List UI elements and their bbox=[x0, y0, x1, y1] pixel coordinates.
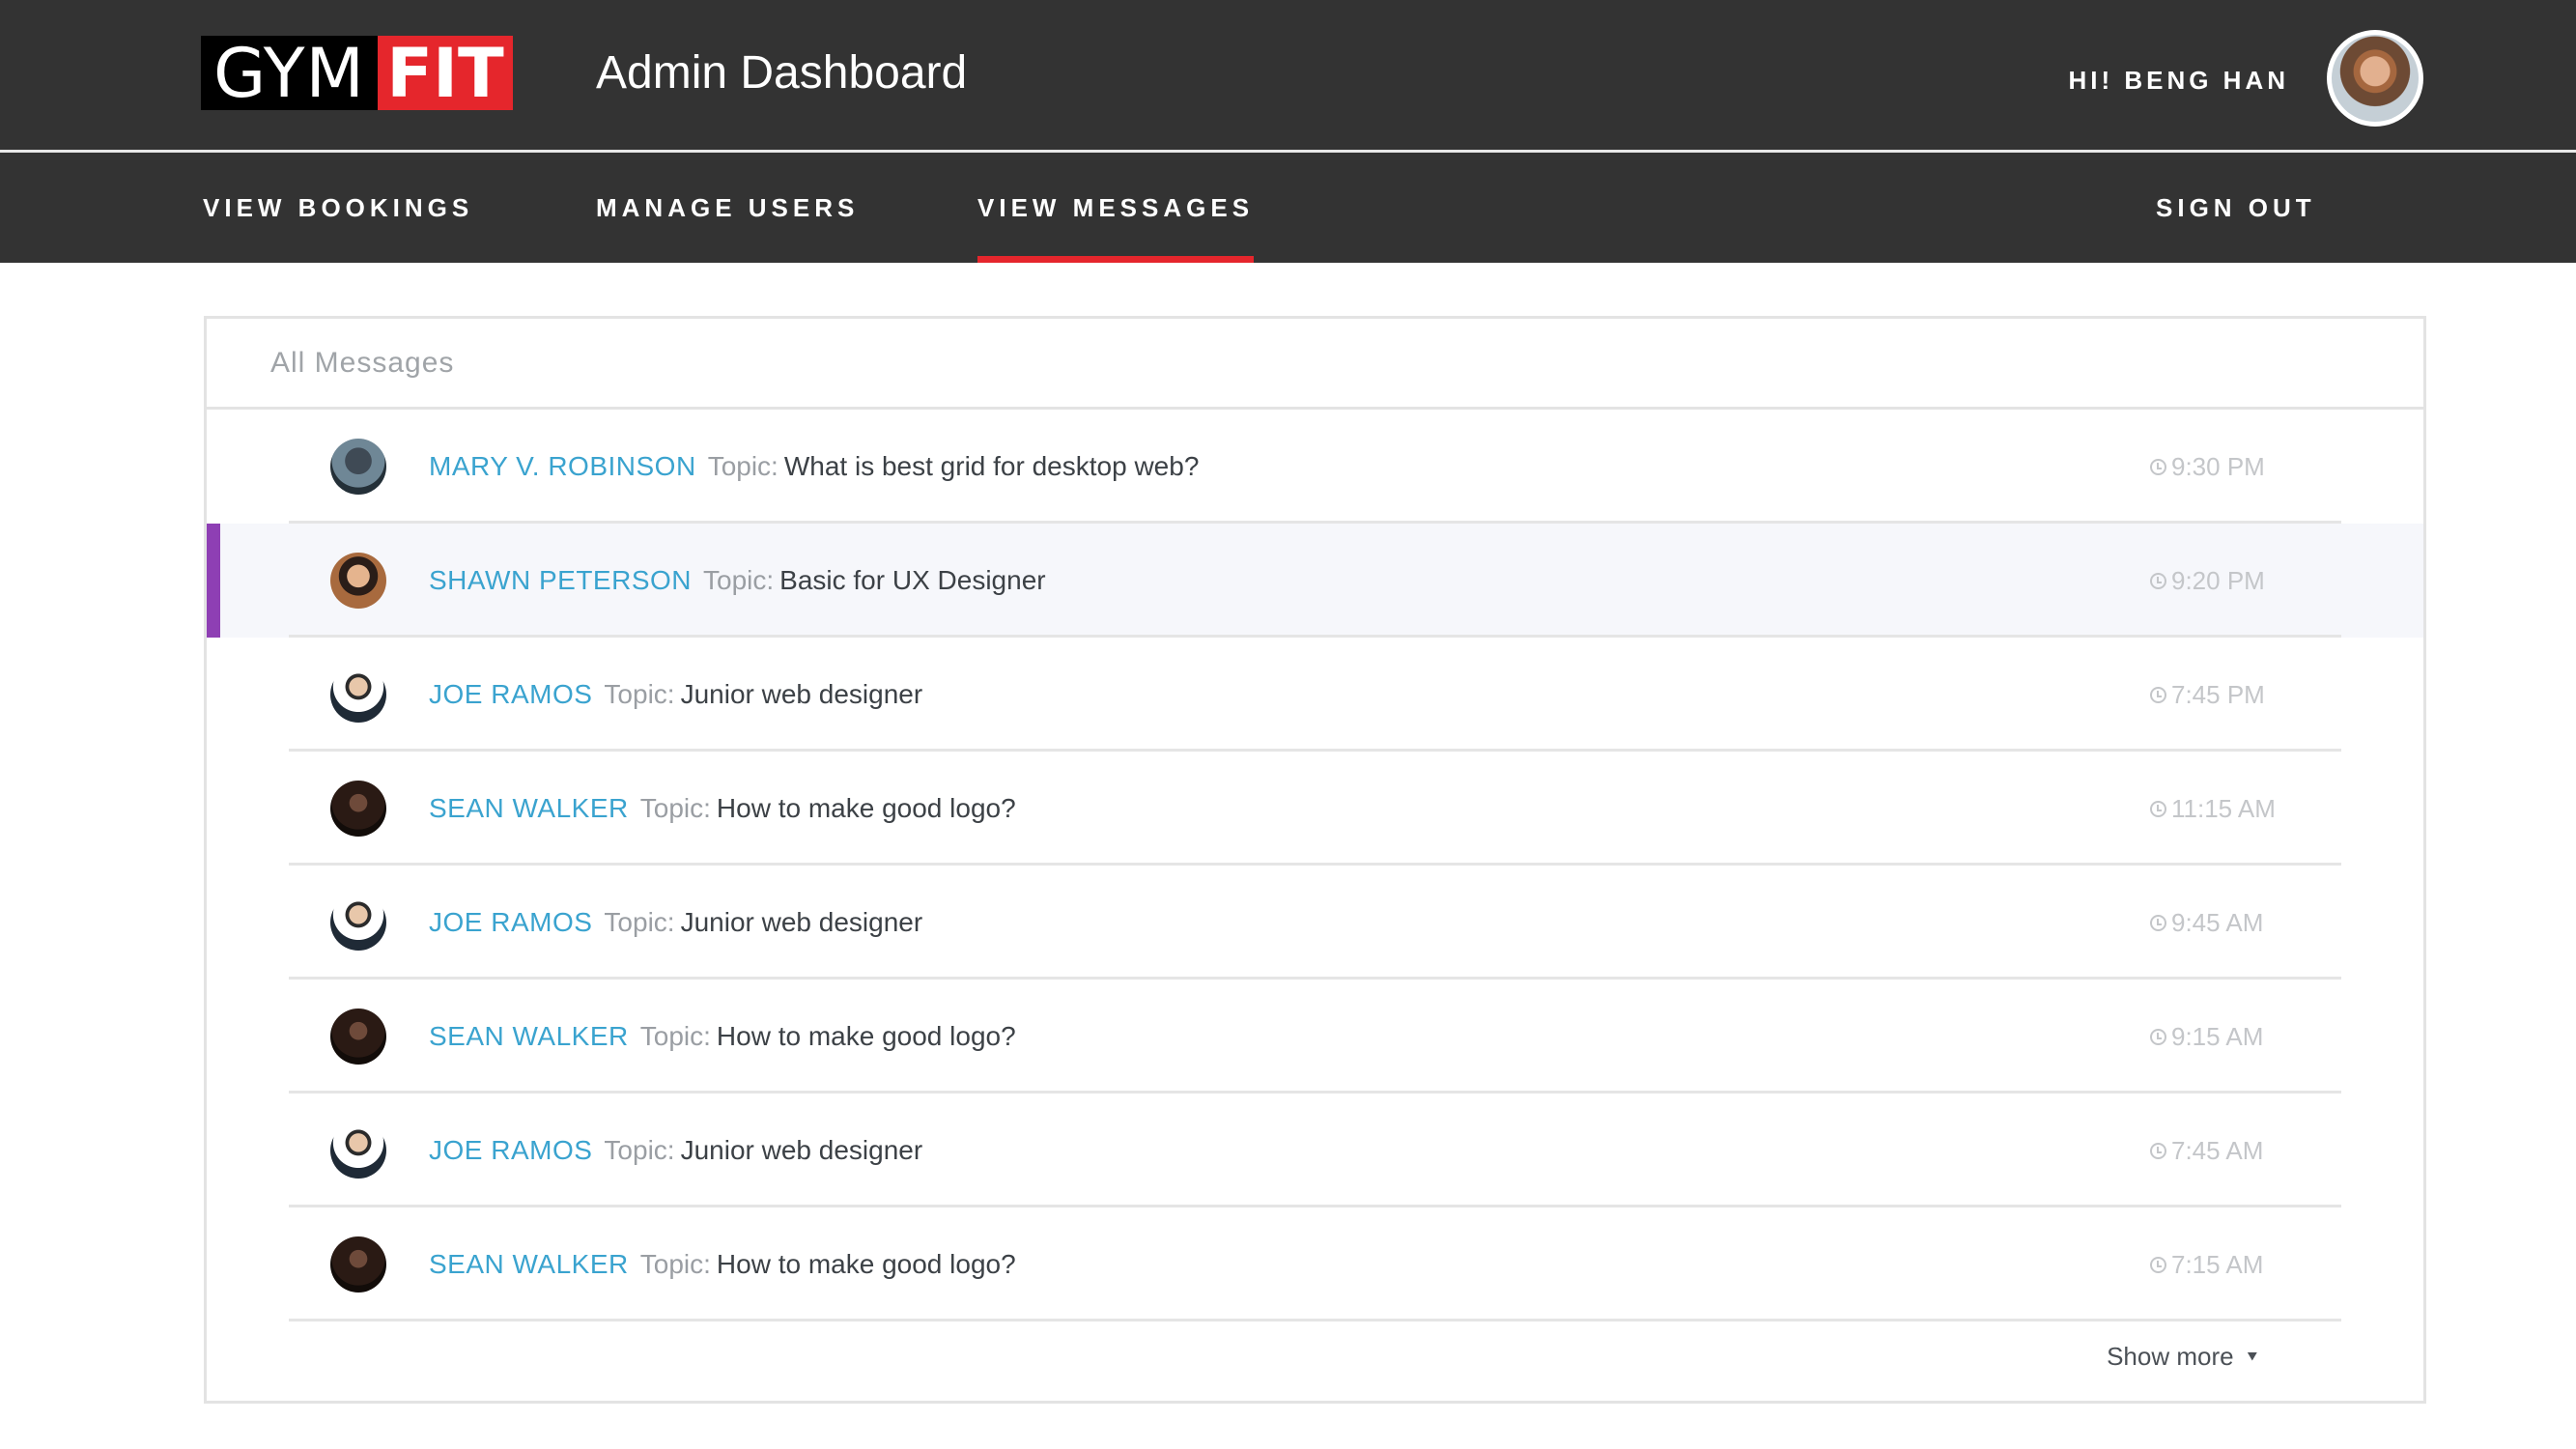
sender-name[interactable]: MARY V. ROBINSON bbox=[429, 451, 696, 481]
message-topic: Junior web designer bbox=[680, 907, 923, 937]
message-summary: MARY V. ROBINSON Topic: What is best grid … bbox=[429, 451, 1199, 482]
messages-panel: All Messages MARY V. ROBINSON Topic: What … bbox=[204, 316, 2426, 1404]
clock-icon bbox=[2150, 1256, 2166, 1273]
clock-icon bbox=[2150, 686, 2166, 703]
message-time-value: 7:45 AM bbox=[2171, 1135, 2264, 1165]
clock-icon bbox=[2150, 1142, 2166, 1159]
sender-avatar[interactable] bbox=[330, 439, 386, 495]
message-time-value: 11:15 AM bbox=[2171, 793, 2276, 823]
nav-view-bookings[interactable]: VIEW BOOKINGS bbox=[203, 153, 473, 263]
sender-name[interactable]: SEAN WALKER bbox=[429, 793, 629, 823]
message-row[interactable]: SHAWN PETERSON Topic: Basic for UX Designe… bbox=[207, 524, 2423, 638]
message-row[interactable]: SEAN WALKER Topic: How to make good logo? 9… bbox=[207, 980, 2423, 1094]
nav-view-messages[interactable]: VIEW MESSAGES bbox=[977, 153, 1255, 263]
top-header: GYM FIT Admin Dashboard HI! BENG HAN bbox=[0, 0, 2576, 153]
sender-avatar[interactable] bbox=[330, 1236, 386, 1293]
sender-avatar[interactable] bbox=[330, 1122, 386, 1179]
message-time-value: 9:15 AM bbox=[2171, 1021, 2264, 1051]
topic-label: Topic: bbox=[604, 1135, 675, 1165]
message-time: 9:45 AM bbox=[2150, 908, 2263, 938]
clock-icon bbox=[2150, 572, 2166, 589]
message-time-value: 7:45 PM bbox=[2171, 679, 2265, 709]
message-summary: SEAN WALKER Topic: How to make good logo? bbox=[429, 1021, 1016, 1052]
message-time-value: 9:20 PM bbox=[2171, 565, 2265, 595]
message-time: 9:30 PM bbox=[2150, 452, 2265, 482]
sender-name[interactable]: SEAN WALKER bbox=[429, 1249, 629, 1279]
selected-indicator bbox=[207, 524, 220, 638]
message-time: 11:15 AM bbox=[2150, 794, 2276, 824]
sender-name[interactable]: SHAWN PETERSON bbox=[429, 565, 692, 595]
topic-label: Topic: bbox=[604, 907, 675, 937]
topic-label: Topic: bbox=[639, 793, 711, 823]
topic-label: Topic: bbox=[703, 565, 775, 595]
double-chevron-down-icon: ⯆ bbox=[2245, 1347, 2259, 1367]
sender-avatar[interactable] bbox=[330, 1009, 386, 1065]
message-summary: JOE RAMOS Topic: Junior web designer bbox=[429, 907, 922, 938]
message-summary: SHAWN PETERSON Topic: Basic for UX Designe… bbox=[429, 565, 1046, 596]
clock-icon bbox=[2150, 458, 2166, 475]
message-summary: JOE RAMOS Topic: Junior web designer bbox=[429, 1135, 922, 1166]
topic-label: Topic: bbox=[707, 451, 778, 481]
message-row[interactable]: SEAN WALKER Topic: How to make good logo? 7… bbox=[207, 1208, 2423, 1321]
message-time: 7:45 PM bbox=[2150, 680, 2265, 710]
logo-gym-text: GYM bbox=[201, 36, 378, 110]
show-more-label: Show more bbox=[2107, 1342, 2234, 1371]
message-summary: JOE RAMOS Topic: Junior web designer bbox=[429, 679, 922, 710]
message-topic: Junior web designer bbox=[680, 679, 923, 709]
sender-avatar[interactable] bbox=[330, 667, 386, 723]
sender-name[interactable]: JOE RAMOS bbox=[429, 907, 592, 937]
main-nav: VIEW BOOKINGS MANAGE USERS VIEW MESSAGES… bbox=[0, 153, 2576, 263]
message-topic: What is best grid for desktop web? bbox=[783, 451, 1200, 481]
message-time-value: 9:30 PM bbox=[2171, 451, 2265, 481]
user-avatar-photo bbox=[2332, 35, 2419, 122]
clock-icon bbox=[2150, 914, 2166, 931]
message-topic: Junior web designer bbox=[680, 1135, 923, 1165]
sender-name[interactable]: JOE RAMOS bbox=[429, 1135, 592, 1165]
clock-icon bbox=[2150, 800, 2166, 817]
user-greeting: HI! BENG HAN bbox=[2068, 66, 2289, 95]
show-more-button[interactable]: Show more ⯆ bbox=[2107, 1342, 2259, 1372]
message-time: 9:20 PM bbox=[2150, 566, 2265, 596]
sender-name[interactable]: JOE RAMOS bbox=[429, 679, 592, 709]
message-topic: How to make good logo? bbox=[716, 1021, 1016, 1051]
message-time: 7:45 AM bbox=[2150, 1136, 2263, 1166]
message-row[interactable]: SEAN WALKER Topic: How to make good logo? 1… bbox=[207, 752, 2423, 866]
message-row[interactable]: MARY V. ROBINSON Topic: What is best grid … bbox=[207, 410, 2423, 524]
topic-label: Topic: bbox=[639, 1021, 711, 1051]
topic-label: Topic: bbox=[639, 1249, 711, 1279]
message-row[interactable]: JOE RAMOS Topic: Junior web designer 7:45 P… bbox=[207, 638, 2423, 752]
message-list: MARY V. ROBINSON Topic: What is best grid … bbox=[207, 410, 2423, 1321]
clock-icon bbox=[2150, 1028, 2166, 1045]
message-time-value: 7:15 AM bbox=[2171, 1249, 2264, 1279]
message-topic: Basic for UX Designer bbox=[779, 565, 1046, 595]
row-divider bbox=[289, 1319, 2341, 1321]
sender-name[interactable]: SEAN WALKER bbox=[429, 1021, 629, 1051]
messages-heading: All Messages bbox=[207, 319, 2423, 410]
sender-avatar[interactable] bbox=[330, 895, 386, 951]
message-time: 7:15 AM bbox=[2150, 1250, 2263, 1280]
topic-label: Topic: bbox=[604, 679, 675, 709]
nav-sign-out[interactable]: SIGN OUT bbox=[2156, 153, 2316, 263]
message-topic: How to make good logo? bbox=[716, 793, 1016, 823]
message-row[interactable]: JOE RAMOS Topic: Junior web designer 9:45 A… bbox=[207, 866, 2423, 980]
sender-avatar[interactable] bbox=[330, 781, 386, 837]
user-avatar[interactable] bbox=[2327, 30, 2423, 127]
gymfit-logo[interactable]: GYM FIT bbox=[201, 36, 513, 110]
message-summary: SEAN WALKER Topic: How to make good logo? bbox=[429, 1249, 1016, 1280]
sender-avatar[interactable] bbox=[330, 553, 386, 609]
message-row[interactable]: JOE RAMOS Topic: Junior web designer 7:45 A… bbox=[207, 1094, 2423, 1208]
message-summary: SEAN WALKER Topic: How to make good logo? bbox=[429, 793, 1016, 824]
message-time-value: 9:45 AM bbox=[2171, 907, 2264, 937]
page-title: Admin Dashboard bbox=[596, 47, 968, 99]
message-time: 9:15 AM bbox=[2150, 1022, 2263, 1052]
message-topic: How to make good logo? bbox=[716, 1249, 1016, 1279]
nav-manage-users[interactable]: MANAGE USERS bbox=[596, 153, 859, 263]
logo-fit-text: FIT bbox=[378, 36, 513, 110]
